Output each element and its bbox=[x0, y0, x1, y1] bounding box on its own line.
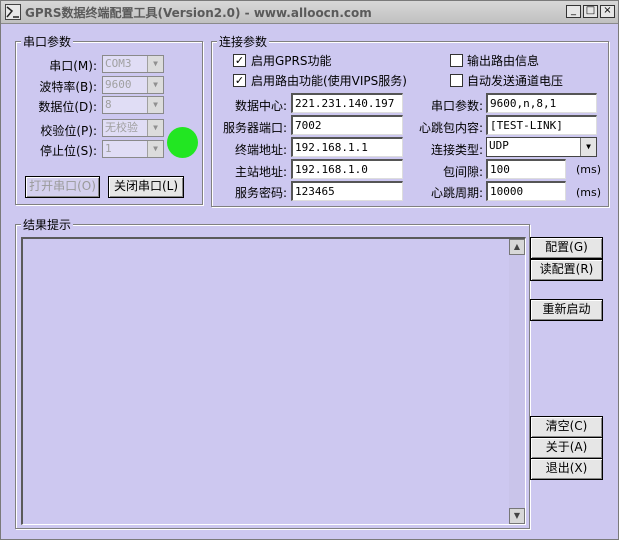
port-label: 串口(M): bbox=[49, 59, 97, 73]
result-textarea[interactable]: ▲ ▼ bbox=[21, 237, 526, 525]
data-center-input[interactable]: 221.231.140.197 bbox=[291, 93, 403, 113]
port-select[interactable]: COM3 ▼ bbox=[102, 55, 164, 73]
restart-button[interactable]: 重新启动 bbox=[530, 299, 603, 321]
server-port-label: 服务器端口: bbox=[222, 121, 287, 135]
chevron-down-icon[interactable]: ▼ bbox=[147, 56, 163, 72]
parity-select[interactable]: 无校验 ▼ bbox=[102, 119, 164, 137]
parity-label: 校验位(P): bbox=[40, 124, 97, 138]
terminal-address-input[interactable]: 192.168.1.1 bbox=[291, 137, 403, 157]
master-address-input[interactable]: 192.168.1.0 bbox=[291, 159, 403, 179]
vertical-scrollbar[interactable]: ▲ ▼ bbox=[509, 239, 525, 524]
terminal-address-label: 终端地址: bbox=[234, 143, 287, 157]
serial-params-title: 串口参数 bbox=[21, 33, 74, 50]
enable-gprs-checkbox[interactable]: ✓ bbox=[233, 54, 246, 67]
auto-send-checkbox[interactable] bbox=[450, 74, 463, 87]
parity-value: 无校验 bbox=[105, 121, 138, 134]
databits-value: 8 bbox=[105, 98, 112, 111]
connection-type-value: UDP bbox=[489, 139, 509, 152]
baud-value: 9600 bbox=[105, 78, 132, 91]
packet-gap-unit: (ms) bbox=[576, 163, 602, 176]
about-button[interactable]: 关于(A) bbox=[530, 437, 603, 459]
heartbeat-content-label: 心跳包内容: bbox=[418, 121, 483, 135]
minimize-button[interactable]: _ bbox=[566, 5, 581, 18]
stopbits-label: 停止位(S): bbox=[39, 144, 97, 158]
title-bar[interactable]: GPRS数据终端配置工具(Version2.0) - www.alloocn.c… bbox=[1, 1, 618, 24]
connection-params-title: 连接参数 bbox=[217, 33, 270, 50]
master-address-label: 主站地址: bbox=[234, 165, 287, 179]
baud-select[interactable]: 9600 ▼ bbox=[102, 76, 164, 94]
heartbeat-period-input[interactable]: 10000 bbox=[486, 181, 566, 201]
heartbeat-period-unit: (ms) bbox=[576, 186, 602, 199]
service-password-input[interactable]: 123465 bbox=[291, 181, 403, 201]
chevron-down-icon[interactable]: ▼ bbox=[147, 120, 163, 136]
connection-type-select[interactable]: UDP ▼ bbox=[486, 137, 597, 157]
enable-gprs-label: 启用GPRS功能 bbox=[251, 54, 332, 68]
close-port-button[interactable]: 关闭串口(L) bbox=[108, 176, 184, 198]
chevron-down-icon[interactable]: ▼ bbox=[147, 77, 163, 93]
chevron-down-icon[interactable]: ▼ bbox=[580, 138, 596, 156]
maximize-button[interactable]: □ bbox=[583, 5, 598, 18]
configure-button[interactable]: 配置(G) bbox=[530, 237, 603, 259]
service-password-label: 服务密码: bbox=[234, 186, 287, 200]
baud-label: 波特率(B): bbox=[39, 80, 97, 94]
databits-select[interactable]: 8 ▼ bbox=[102, 96, 164, 114]
app-icon bbox=[5, 4, 21, 20]
serial-params-input[interactable]: 9600,n,8,1 bbox=[486, 93, 597, 113]
scroll-down-icon[interactable]: ▼ bbox=[509, 508, 525, 524]
port-value: COM3 bbox=[105, 57, 132, 70]
heartbeat-period-label: 心跳周期: bbox=[430, 186, 483, 200]
connection-status-indicator bbox=[167, 127, 198, 158]
server-port-input[interactable]: 7002 bbox=[291, 115, 403, 135]
enable-routing-checkbox[interactable]: ✓ bbox=[233, 74, 246, 87]
heartbeat-content-input[interactable]: [TEST-LINK] bbox=[486, 115, 597, 135]
chevron-down-icon[interactable]: ▼ bbox=[147, 141, 163, 157]
stopbits-select[interactable]: 1 ▼ bbox=[102, 140, 164, 158]
data-center-label: 数据中心: bbox=[234, 99, 287, 113]
output-route-label: 输出路由信息 bbox=[467, 54, 540, 68]
read-config-button[interactable]: 读配置(R) bbox=[530, 259, 603, 281]
databits-label: 数据位(D): bbox=[38, 100, 97, 114]
window-title: GPRS数据终端配置工具(Version2.0) - www.alloocn.c… bbox=[25, 6, 372, 20]
packet-gap-label: 包间隙: bbox=[442, 165, 483, 179]
chevron-down-icon[interactable]: ▼ bbox=[147, 97, 163, 113]
close-button[interactable]: × bbox=[600, 5, 615, 18]
result-title: 结果提示 bbox=[21, 216, 74, 233]
clear-button[interactable]: 清空(C) bbox=[530, 416, 603, 438]
exit-button[interactable]: 退出(X) bbox=[530, 458, 603, 480]
enable-routing-label: 启用路由功能(使用VIPS服务) bbox=[251, 74, 407, 88]
serial-params-label: 串口参数: bbox=[430, 99, 483, 113]
open-port-button[interactable]: 打开串口(O) bbox=[25, 176, 100, 198]
output-route-checkbox[interactable] bbox=[450, 54, 463, 67]
packet-gap-input[interactable]: 100 bbox=[486, 159, 566, 179]
stopbits-value: 1 bbox=[105, 142, 112, 155]
auto-send-label: 自动发送通道电压 bbox=[467, 74, 564, 88]
app-window: GPRS数据终端配置工具(Version2.0) - www.alloocn.c… bbox=[0, 0, 619, 540]
scroll-up-icon[interactable]: ▲ bbox=[509, 239, 525, 255]
connection-type-label: 连接类型: bbox=[430, 143, 483, 157]
